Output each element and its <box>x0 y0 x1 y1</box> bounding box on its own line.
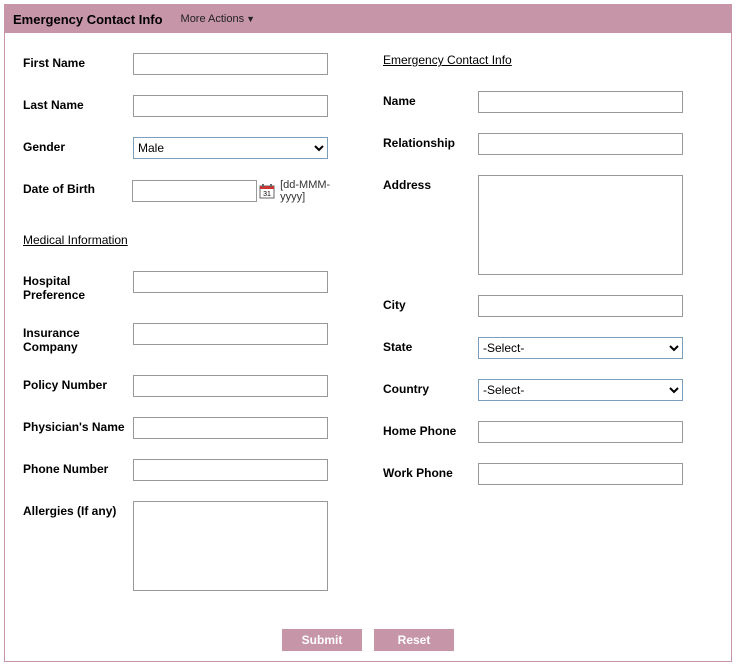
last-name-input[interactable] <box>133 95 328 117</box>
insurance-label: Insurance Company <box>23 323 133 355</box>
address-label: Address <box>383 175 478 192</box>
medical-info-heading: Medical Information <box>23 233 353 247</box>
name-label: Name <box>383 91 478 108</box>
allergies-textarea[interactable] <box>133 501 328 591</box>
policy-input[interactable] <box>133 375 328 397</box>
header-bar: Emergency Contact Info More Actions ▼ <box>5 5 731 33</box>
right-column: Emergency Contact Info Name Relationship… <box>383 53 713 611</box>
reset-button[interactable]: Reset <box>374 629 454 651</box>
more-actions-menu[interactable]: More Actions ▼ <box>181 13 256 25</box>
relationship-label: Relationship <box>383 133 478 150</box>
work-phone-label: Work Phone <box>383 463 478 480</box>
country-select[interactable]: -Select- <box>478 379 683 401</box>
first-name-input[interactable] <box>133 53 328 75</box>
form-frame: Emergency Contact Info More Actions ▼ Fi… <box>4 4 732 662</box>
footer-bar: Submit Reset <box>5 621 731 661</box>
phone-label: Phone Number <box>23 459 133 476</box>
svg-text:31: 31 <box>263 191 271 198</box>
chevron-down-icon: ▼ <box>246 14 255 24</box>
last-name-label: Last Name <box>23 95 133 112</box>
gender-label: Gender <box>23 137 133 154</box>
first-name-label: First Name <box>23 53 133 70</box>
allergies-label: Allergies (If any) <box>23 501 133 518</box>
policy-label: Policy Number <box>23 375 133 392</box>
state-label: State <box>383 337 478 354</box>
work-phone-input[interactable] <box>478 463 683 485</box>
dob-hint: [dd-MMM-yyyy] <box>280 179 353 203</box>
phone-input[interactable] <box>133 459 328 481</box>
city-input[interactable] <box>478 295 683 317</box>
insurance-input[interactable] <box>133 323 328 345</box>
dob-label: Date of Birth <box>23 179 132 196</box>
submit-button[interactable]: Submit <box>282 629 362 651</box>
physician-input[interactable] <box>133 417 328 439</box>
dob-input[interactable] <box>132 180 257 202</box>
physician-label: Physician's Name <box>23 417 133 434</box>
page-title: Emergency Contact Info <box>13 12 163 27</box>
more-actions-label: More Actions <box>181 13 245 25</box>
emergency-contact-heading: Emergency Contact Info <box>383 53 713 67</box>
left-column: First Name Last Name Gender Male Date of… <box>23 53 353 611</box>
address-textarea[interactable] <box>478 175 683 275</box>
relationship-input[interactable] <box>478 133 683 155</box>
name-input[interactable] <box>478 91 683 113</box>
form-body: First Name Last Name Gender Male Date of… <box>5 33 731 621</box>
gender-select[interactable]: Male <box>133 137 328 159</box>
country-label: Country <box>383 379 478 396</box>
hospital-label: Hospital Preference <box>23 271 133 303</box>
state-select[interactable]: -Select- <box>478 337 683 359</box>
calendar-icon[interactable]: 31 <box>259 182 276 200</box>
home-phone-input[interactable] <box>478 421 683 443</box>
hospital-input[interactable] <box>133 271 328 293</box>
city-label: City <box>383 295 478 312</box>
home-phone-label: Home Phone <box>383 421 478 438</box>
